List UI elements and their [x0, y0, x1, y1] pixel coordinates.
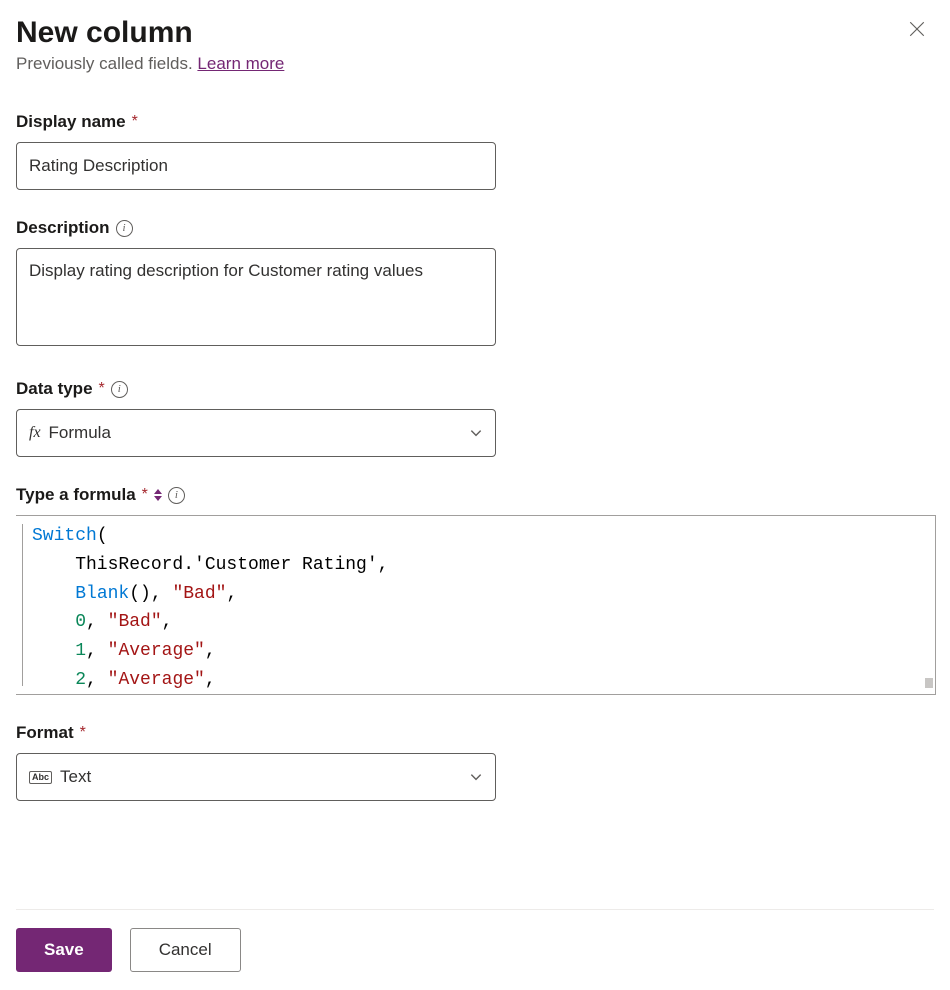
data-type-value: Formula	[49, 423, 111, 443]
data-type-select[interactable]: fx Formula	[16, 409, 496, 457]
format-label: Format	[16, 723, 74, 743]
data-type-label: Data type	[16, 379, 93, 399]
description-input[interactable]	[16, 248, 496, 346]
info-icon[interactable]: i	[116, 220, 133, 237]
subtitle-text: Previously called fields.	[16, 54, 197, 73]
chevron-down-icon	[469, 770, 483, 784]
required-indicator: *	[80, 724, 86, 742]
formula-editor[interactable]: Switch( ThisRecord.'Customer Rating', Bl…	[16, 515, 936, 695]
display-name-input[interactable]	[16, 142, 496, 190]
learn-more-link[interactable]: Learn more	[197, 54, 284, 73]
formula-icon: fx	[29, 424, 41, 442]
code-line: Switch(	[32, 522, 927, 551]
text-icon: Abc	[29, 771, 52, 784]
panel-header: New column	[16, 16, 934, 50]
expand-collapse-icon[interactable]	[154, 489, 162, 501]
code-line: 0, "Bad",	[32, 608, 927, 637]
format-group: Format * Abc Text	[16, 723, 934, 801]
required-indicator: *	[132, 113, 138, 131]
data-type-group: Data type * i fx Formula	[16, 379, 934, 457]
format-value: Text	[60, 767, 91, 787]
formula-label: Type a formula	[16, 485, 136, 505]
close-icon[interactable]	[900, 16, 934, 46]
info-icon[interactable]: i	[168, 487, 185, 504]
required-indicator: *	[142, 486, 148, 504]
display-name-label: Display name	[16, 112, 126, 132]
info-icon[interactable]: i	[111, 381, 128, 398]
description-group: Description i	[16, 218, 934, 351]
required-indicator: *	[99, 380, 105, 398]
new-column-panel: New column Previously called fields. Lea…	[0, 0, 950, 990]
chevron-down-icon	[469, 426, 483, 440]
display-name-group: Display name *	[16, 112, 934, 190]
code-line: ThisRecord.'Customer Rating',	[32, 551, 927, 580]
panel-title: New column	[16, 16, 193, 50]
code-line: Blank(), "Bad",	[32, 580, 927, 609]
description-label: Description	[16, 218, 110, 238]
panel-footer: Save Cancel	[16, 909, 934, 990]
scrollbar-thumb[interactable]	[925, 678, 933, 688]
formula-group: Type a formula * i Switch( ThisRecord.'C…	[16, 485, 934, 695]
cancel-button[interactable]: Cancel	[130, 928, 241, 972]
code-line: 2, "Average",	[32, 666, 927, 695]
save-button[interactable]: Save	[16, 928, 112, 972]
panel-subtitle: Previously called fields. Learn more	[16, 54, 934, 74]
code-line: 1, "Average",	[32, 637, 927, 666]
format-select[interactable]: Abc Text	[16, 753, 496, 801]
